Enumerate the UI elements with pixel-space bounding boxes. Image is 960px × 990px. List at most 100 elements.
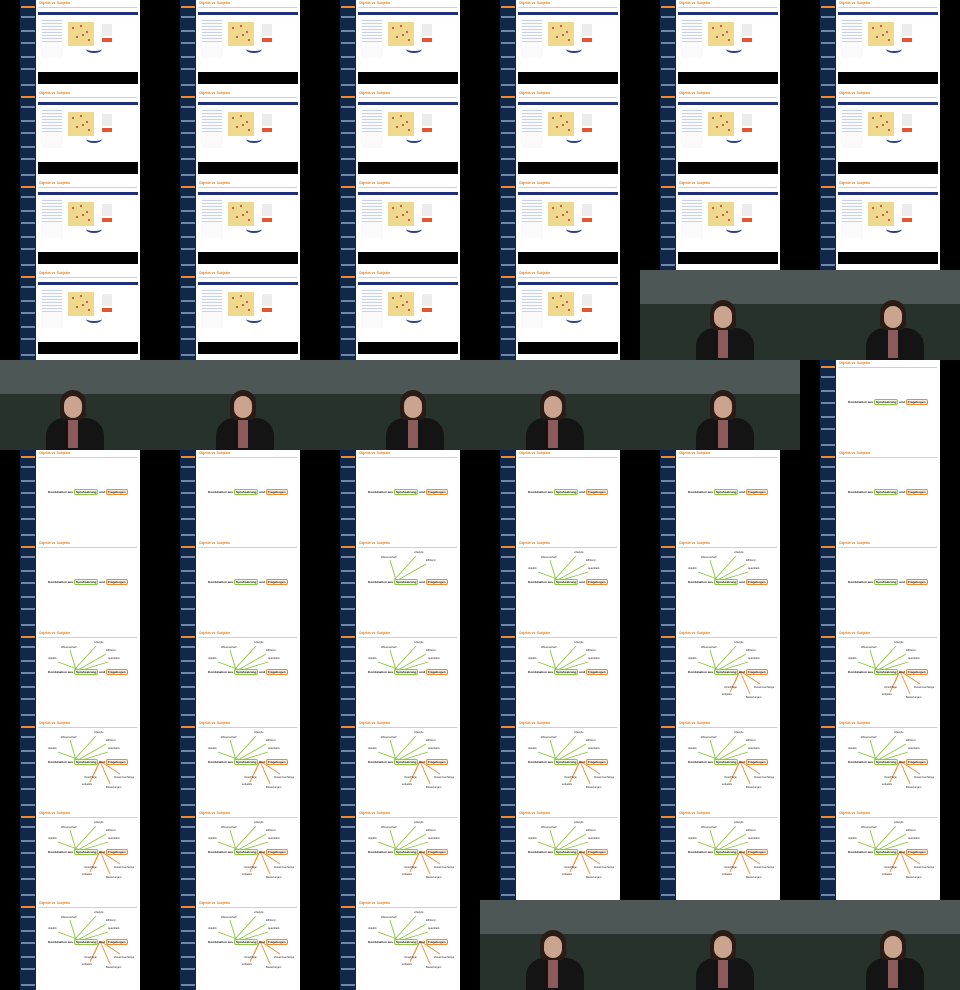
- slide-thumbnail[interactable]: Problem-stellungVorarbeiten / AnsatzErge…: [640, 90, 800, 180]
- slide-thumbnail[interactable]: Problem-stellungVorarbeiten / AnsatzErge…: [320, 180, 480, 270]
- sidebar-item-marker: [821, 42, 835, 44]
- sidebar-item-marker: [341, 68, 355, 70]
- slide-thumbnail[interactable]: Problem-stellungVorarbeiten / AnsatzErge…: [160, 720, 320, 810]
- sidebar-item-marker: [181, 930, 195, 932]
- slide-thumbnail[interactable]: Problem-stellungVorarbeiten / AnsatzErge…: [800, 0, 960, 90]
- speaker-frame[interactable]: [640, 270, 800, 360]
- river-line: [86, 315, 102, 323]
- green-label: Wissenschaft: [541, 556, 557, 559]
- slide-thumbnail[interactable]: Problem-stellungVorarbeiten / AnsatzErge…: [160, 540, 320, 630]
- slide-thumbnail[interactable]: Problem-stellungVorarbeiten / AnsatzErge…: [640, 720, 800, 810]
- slide-thumbnail[interactable]: Problem-stellungVorarbeiten / AnsatzErge…: [160, 630, 320, 720]
- slide-sidebar: Problem-stellungVorarbeiten / AnsatzErge…: [180, 270, 196, 360]
- speaker-frame[interactable]: [480, 900, 640, 990]
- sidebar-item-marker: [341, 42, 355, 44]
- combo-term-2: Fragebogen: [745, 669, 768, 675]
- slide-thumbnail[interactable]: Problem-stellungVorarbeiten / AnsatzErge…: [640, 0, 800, 90]
- slide-thumbnail[interactable]: Problem-stellungVorarbeiten / AnsatzErge…: [0, 720, 160, 810]
- slide-thumbnail[interactable]: Problem-stellungVorarbeiten / AnsatzErge…: [0, 0, 160, 90]
- slide-thumbnail[interactable]: Problem-stellungVorarbeiten / AnsatzErge…: [320, 720, 480, 810]
- slide-thumbnail[interactable]: Problem-stellungVorarbeiten / AnsatzErge…: [160, 810, 320, 900]
- slide-thumbnail[interactable]: Problem-stellungVorarbeiten / AnsatzErge…: [160, 180, 320, 270]
- slide-thumbnail[interactable]: Problem-stellungVorarbeiten / AnsatzErge…: [800, 720, 960, 810]
- green-label: Effizienz: [426, 649, 436, 652]
- slide-thumbnail[interactable]: Problem-stellungVorarbeiten / AnsatzErge…: [320, 630, 480, 720]
- slide-thumbnail[interactable]: Problem-stellungVorarbeiten / AnsatzErge…: [800, 540, 960, 630]
- map-marker-icon: [82, 214, 84, 216]
- slide-thumbnail[interactable]: Problem-stellungVorarbeiten / AnsatzErge…: [320, 540, 480, 630]
- slide-thumbnail[interactable]: Problem-stellungVorarbeiten / AnsatzErge…: [160, 900, 320, 990]
- slide-thumbnail[interactable]: Problem-stellungVorarbeiten / AnsatzErge…: [0, 810, 160, 900]
- slide-thumbnail[interactable]: Problem-stellungVorarbeiten / AnsatzErge…: [0, 900, 160, 990]
- slide-thumbnail[interactable]: Problem-stellungVorarbeiten / AnsatzErge…: [800, 810, 960, 900]
- slide-thumbnail[interactable]: Problem-stellungVorarbeiten / AnsatzErge…: [160, 450, 320, 540]
- slide-thumbnail[interactable]: Problem-stellungVorarbeiten / AnsatzErge…: [320, 450, 480, 540]
- slide-thumbnail[interactable]: Problem-stellungVorarbeiten / AnsatzErge…: [0, 270, 160, 360]
- sidebar-item-marker: [501, 672, 515, 674]
- map-marker-icon: [712, 117, 714, 119]
- slide-thumbnail[interactable]: Problem-stellungVorarbeiten / AnsatzErge…: [480, 0, 640, 90]
- slide-thumbnail[interactable]: Problem-stellungVorarbeiten / AnsatzErge…: [480, 810, 640, 900]
- slide-page: Objekte vs. Subjekte Kombination aus Spra…: [356, 450, 460, 540]
- slide-page: Objekte vs. Subjekte Lifestyle Wissenschaf…: [356, 540, 460, 630]
- sidebar-item-marker: [821, 750, 835, 752]
- slide-thumbnail[interactable]: Problem-stellungVorarbeiten / AnsatzErge…: [0, 540, 160, 630]
- slide-thumbnail[interactable]: Problem-stellungVorarbeiten / AnsatzErge…: [800, 450, 960, 540]
- slide-thumbnail[interactable]: Problem-stellungVorarbeiten / AnsatzErge…: [160, 90, 320, 180]
- speaker: [520, 390, 590, 450]
- green-label: Effizienz: [426, 739, 436, 742]
- slide-thumbnail[interactable]: Problem-stellungVorarbeiten / AnsatzErge…: [480, 540, 640, 630]
- slide-thumbnail[interactable]: Problem-stellungVorarbeiten / AnsatzErge…: [800, 90, 960, 180]
- speaker-frame[interactable]: [320, 360, 480, 450]
- green-label: Effizienz: [106, 739, 116, 742]
- map-marker-icon: [560, 205, 562, 207]
- slide-thumbnail[interactable]: Problem-stellungVorarbeiten / AnsatzErge…: [320, 270, 480, 360]
- speaker-frame[interactable]: [800, 900, 960, 990]
- slide-thumbnail[interactable]: Problem-stellungVorarbeiten / AnsatzErge…: [480, 720, 640, 810]
- slide-thumbnail[interactable]: Problem-stellungVorarbeiten / AnsatzErge…: [0, 90, 160, 180]
- speaker-frame[interactable]: [160, 360, 320, 450]
- orange-label: Bewertungen: [106, 966, 122, 969]
- combo-prefix: Kombination aus: [368, 850, 394, 854]
- sidebar-item-marker: [341, 84, 355, 86]
- speaker-frame[interactable]: [800, 270, 960, 360]
- sidebar-item-marker: [661, 30, 675, 32]
- speaker-frame[interactable]: [480, 360, 640, 450]
- slide-thumbnail[interactable]: Problem-stellungVorarbeiten / AnsatzErge…: [320, 90, 480, 180]
- slide-sidebar: Problem-stellungVorarbeiten / AnsatzErge…: [500, 90, 516, 180]
- slide-thumbnail[interactable]: Problem-stellungVorarbeiten / AnsatzErge…: [160, 0, 320, 90]
- map-marker-icon: [232, 297, 234, 299]
- panel-line: [202, 119, 222, 120]
- slide-thumbnail[interactable]: Problem-stellungVorarbeiten / AnsatzErge…: [640, 810, 800, 900]
- slide-thumbnail[interactable]: Problem-stellungVorarbeiten / AnsatzErge…: [320, 0, 480, 90]
- slide-thumbnail[interactable]: Problem-stellungVorarbeiten / AnsatzErge…: [640, 450, 800, 540]
- slide-title: Objekte vs. Subjekte: [839, 181, 871, 185]
- slide-thumbnail[interactable]: Problem-stellungVorarbeiten / AnsatzErge…: [800, 360, 960, 450]
- slide-thumbnail[interactable]: Problem-stellungVorarbeiten / AnsatzErge…: [0, 630, 160, 720]
- slide-thumbnail[interactable]: Problem-stellungVorarbeiten / AnsatzErge…: [0, 180, 160, 270]
- slide-thumbnail[interactable]: Problem-stellungVorarbeiten / AnsatzErge…: [0, 450, 160, 540]
- slide-thumbnail[interactable]: Problem-stellungVorarbeiten / AnsatzErge…: [480, 90, 640, 180]
- sidebar-item-marker: [821, 466, 835, 468]
- slide-thumbnail[interactable]: Problem-stellungVorarbeiten / AnsatzErge…: [640, 180, 800, 270]
- speaker-frame[interactable]: [0, 360, 160, 450]
- slide-thumbnail[interactable]: Problem-stellungVorarbeiten / AnsatzErge…: [800, 630, 960, 720]
- slide-thumbnail[interactable]: Problem-stellungVorarbeiten / AnsatzErge…: [480, 180, 640, 270]
- speaker-frame[interactable]: [640, 900, 800, 990]
- slide-thumbnail[interactable]: Problem-stellungVorarbeiten / AnsatzErge…: [480, 270, 640, 360]
- slide-thumbnail[interactable]: Problem-stellungVorarbeiten / AnsatzErge…: [640, 630, 800, 720]
- slide-thumbnail[interactable]: Problem-stellungVorarbeiten / AnsatzErge…: [320, 810, 480, 900]
- slide-thumbnail[interactable]: Problem-stellungVorarbeiten / AnsatzErge…: [320, 900, 480, 990]
- sidebar-item-marker: [501, 174, 515, 176]
- slide-thumbnail[interactable]: Problem-stellungVorarbeiten / AnsatzErge…: [480, 450, 640, 540]
- panel-line: [362, 113, 382, 114]
- speaker-frame[interactable]: [640, 360, 800, 450]
- slide-thumbnail[interactable]: Problem-stellungVorarbeiten / AnsatzErge…: [800, 180, 960, 270]
- panel-line: [202, 203, 222, 204]
- green-label: quantitativ: [748, 657, 760, 660]
- slide-thumbnail[interactable]: Problem-stellungVorarbeiten / AnsatzErge…: [640, 540, 800, 630]
- slide-thumbnail[interactable]: Problem-stellungVorarbeiten / AnsatzErge…: [480, 630, 640, 720]
- slide-thumbnail[interactable]: Problem-stellungVorarbeiten / AnsatzErge…: [160, 270, 320, 360]
- combo-join: und: [98, 490, 106, 494]
- green-label: Lifestyle: [94, 641, 104, 644]
